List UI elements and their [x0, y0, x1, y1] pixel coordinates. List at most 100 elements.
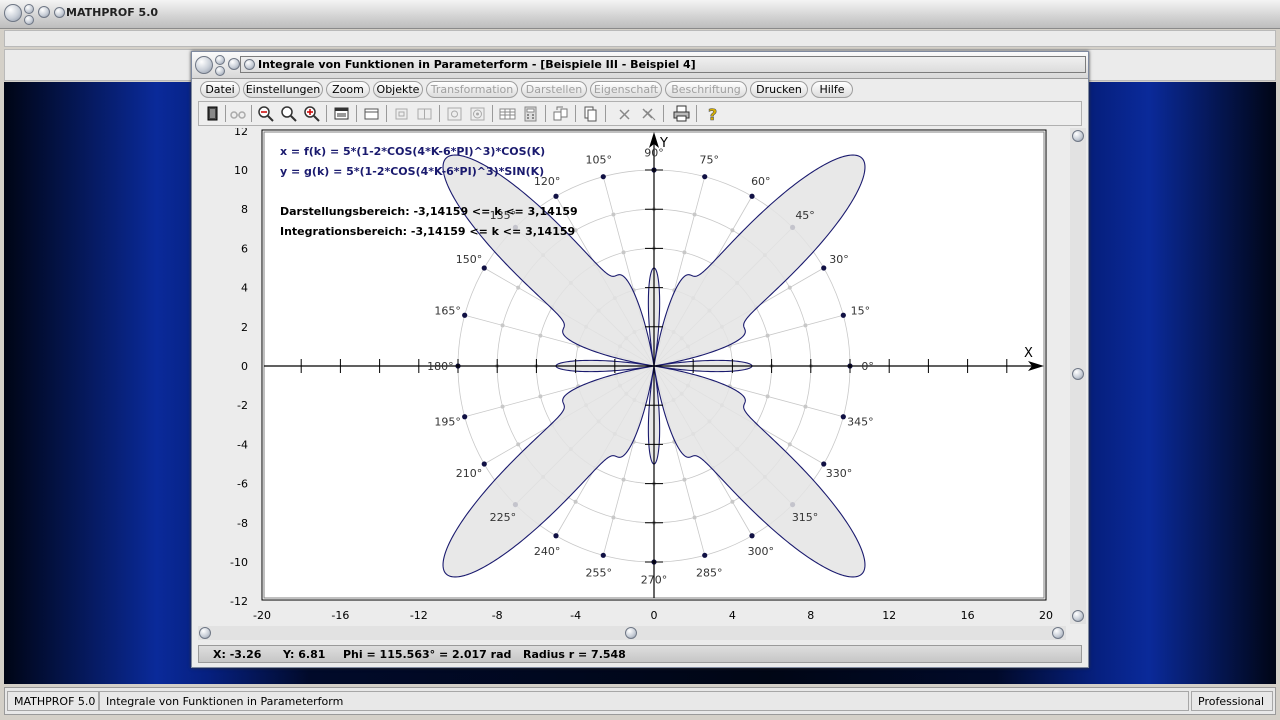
angle-label: 285°	[696, 566, 723, 579]
help-icon[interactable]: ?	[703, 104, 722, 123]
outer-point	[553, 193, 559, 199]
angle-label: 225°	[490, 511, 517, 524]
plot-area[interactable]: XY 0°15°30°45°60°75°90°105°120°135°150°1…	[192, 128, 1088, 628]
x-tick-label: 0	[651, 609, 658, 622]
toolbar-separator	[326, 105, 327, 122]
menu-transformation[interactable]: Transformation	[426, 81, 518, 98]
menu-eigenschaft[interactable]: Eigenschaft	[590, 81, 662, 98]
angle-label: 210°	[456, 467, 483, 480]
outer-point	[840, 312, 846, 318]
menu-drucken[interactable]: Drucken	[750, 81, 808, 98]
zoom-out-icon[interactable]	[256, 104, 275, 123]
grid-point	[692, 212, 697, 217]
integration-range: Integrationsbereich: -3,14159 <= k <= 3,…	[280, 225, 575, 238]
status-edition: Professional	[1191, 691, 1273, 711]
app-maximize-button[interactable]	[24, 15, 34, 25]
scroll-down-button[interactable]	[1072, 610, 1084, 622]
angle-label: 330°	[826, 467, 853, 480]
menu-einstellungen[interactable]: Einstellungen	[243, 81, 323, 98]
angle-label: 345°	[847, 415, 874, 428]
menu-hilfe[interactable]: Hilfe	[811, 81, 853, 98]
contour-icon[interactable]	[445, 104, 464, 123]
exit-icon[interactable]	[203, 104, 222, 123]
angle-label: 105°	[585, 154, 612, 167]
x-axis-label: X	[1024, 346, 1033, 361]
menu-zoom[interactable]: Zoom	[326, 81, 370, 98]
status-module: Integrale von Funktionen in Parameterfor…	[99, 691, 1189, 711]
glasses-icon[interactable]	[229, 104, 248, 123]
properties-icon[interactable]	[332, 104, 351, 123]
grid-point	[692, 515, 697, 520]
app-menu-button[interactable]	[4, 4, 22, 22]
horizontal-scrollbar[interactable]	[198, 626, 1066, 640]
zoom-in-icon[interactable]	[302, 104, 321, 123]
grid-point	[611, 212, 616, 217]
horizontal-scroll-thumb[interactable]	[625, 627, 637, 639]
angle-label: 300°	[748, 545, 775, 558]
vertical-scroll-thumb[interactable]	[1072, 368, 1084, 380]
x-tick-label: -20	[253, 609, 271, 622]
grid-point	[516, 285, 521, 290]
window-menu-button[interactable]	[195, 56, 213, 74]
grid-point	[516, 442, 521, 447]
outer-point	[481, 265, 487, 271]
window-close-button[interactable]	[228, 58, 240, 70]
menu-beschriftung[interactable]: Beschriftung	[665, 81, 747, 98]
outer-point	[749, 193, 755, 199]
x-tick-label: 16	[961, 609, 975, 622]
window-title: Integrale von Funktionen in Parameterfor…	[258, 58, 696, 71]
outer-point	[702, 552, 708, 558]
outer-point	[821, 461, 827, 467]
clear-icon[interactable]	[615, 104, 634, 123]
coord-y: Y: 6.81	[283, 648, 326, 661]
grid-point	[538, 394, 543, 399]
window-maximize-button[interactable]	[215, 66, 225, 76]
outer-point	[702, 174, 708, 180]
grid-icon[interactable]	[392, 104, 411, 123]
clear-all-icon[interactable]	[639, 104, 658, 123]
angle-label: 315°	[792, 511, 819, 524]
menu-darstellen[interactable]: Darstellen	[521, 81, 587, 98]
angle-label: 75°	[700, 154, 720, 167]
toolbar-separator	[492, 105, 493, 122]
toolbar-separator	[605, 105, 606, 122]
table-icon[interactable]	[498, 104, 517, 123]
scroll-right-button[interactable]	[1052, 627, 1064, 639]
toolbar-separator	[386, 105, 387, 122]
vertical-scrollbar[interactable]	[1070, 128, 1086, 624]
toolbar: ?	[198, 101, 1082, 126]
app-close-button[interactable]	[38, 6, 50, 18]
display-range: Darstellungsbereich: -3,14159 <= k <= 3,…	[280, 205, 578, 218]
scroll-left-button[interactable]	[199, 627, 211, 639]
target-icon[interactable]	[468, 104, 487, 123]
toolbar-separator	[575, 105, 576, 122]
app-title-bar: MATHPROF 5.0	[0, 0, 1280, 29]
app-minimize-button[interactable]	[24, 4, 34, 14]
menu-objekte[interactable]: Objekte	[373, 81, 423, 98]
calculator-icon[interactable]	[521, 104, 540, 123]
grid-point	[621, 250, 626, 255]
formula-x: x = f(k) = 5*(1-2*COS(4*K-6*PI)^3)*COS(K…	[280, 145, 545, 158]
outer-point	[462, 312, 468, 318]
grid-point	[765, 333, 770, 338]
angle-label: 165°	[434, 305, 461, 318]
scroll-up-button[interactable]	[1072, 130, 1084, 142]
y-tick-label: 0	[241, 360, 248, 373]
coordinate-readout: X: -3.26 Y: 6.81 Phi = 115.563° = 2.017 …	[198, 645, 1082, 663]
y-tick-label: 2	[241, 321, 248, 334]
y-tick-label: -12	[230, 595, 248, 608]
copy-icon[interactable]	[581, 104, 600, 123]
menu-datei[interactable]: Datei	[200, 81, 240, 98]
window-icon[interactable]	[362, 104, 381, 123]
grid-fine-icon[interactable]	[415, 104, 434, 123]
y-tick-label: -10	[230, 556, 248, 569]
y-tick-label: -2	[237, 399, 248, 412]
grid-point	[621, 477, 626, 482]
export-icon[interactable]	[551, 104, 570, 123]
y-tick-label: 8	[241, 203, 248, 216]
window-minimize-button[interactable]	[215, 55, 225, 65]
zoom-icon[interactable]	[279, 104, 298, 123]
x-tick-label: 4	[729, 609, 736, 622]
grid-point	[730, 499, 735, 504]
print-icon[interactable]	[672, 104, 691, 123]
